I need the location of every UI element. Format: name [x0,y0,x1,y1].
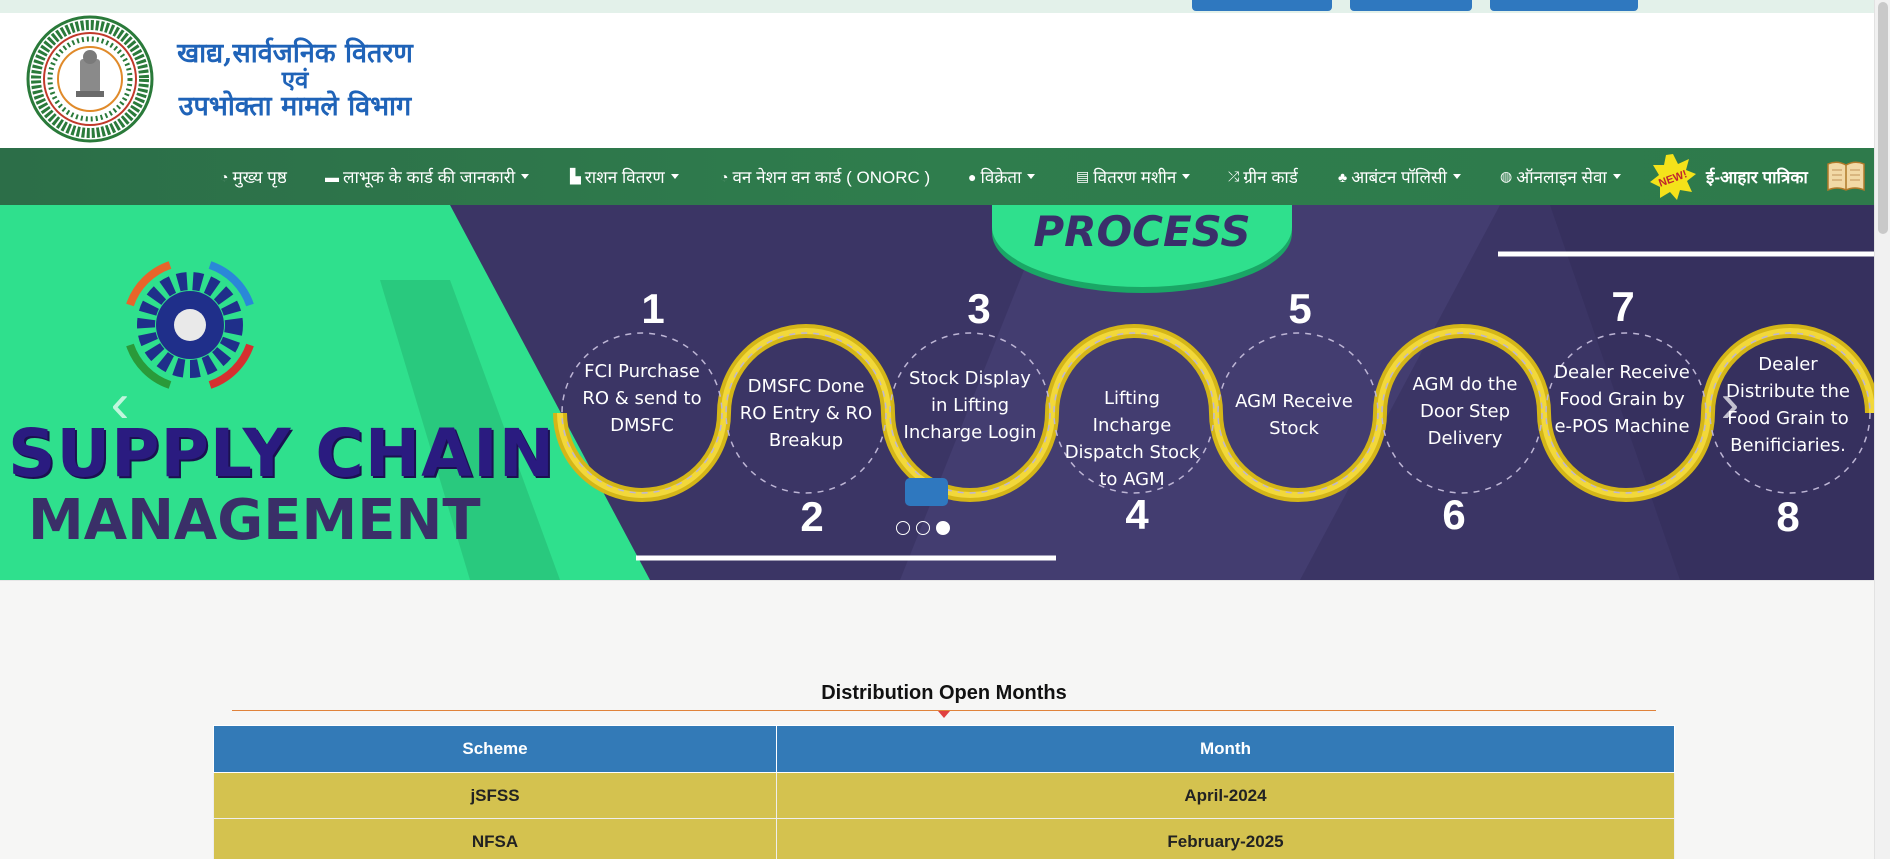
caret-down-icon [1612,174,1621,179]
top-button-1[interactable] [1192,0,1332,11]
nav-item-dealer[interactable]: ● विक्रेता [968,148,1036,205]
carousel-heading-line1: SUPPLY CHAIN [8,415,555,492]
step-text: AGM do the Door Step Delivery [1412,374,1518,449]
slide-tab[interactable] [905,478,948,506]
table-row: NFSA February-2025 [213,818,1675,859]
table-row: jSFSS April-2024 [213,772,1675,819]
nav-item-allotment-policy[interactable]: ♣ आबंटन पॉलिसी [1338,148,1461,205]
step-text: DMSFC Done RO Entry & RO Breakup [739,376,873,451]
step-number: 2 [800,493,824,540]
book-icon[interactable] [1826,160,1866,192]
nav-item-home[interactable]: ◔ मुख्य पृष्ठ [220,148,287,205]
printer-icon: ▤ [1076,168,1090,184]
top-strip [0,0,1874,13]
step-text: Stock Display in Lifting Incharge Login [903,368,1037,443]
nav-item-beneficiary-card[interactable]: ▬ लाभूक के कार्ड की जानकारी [325,148,530,205]
globe-icon: ◍ [1500,168,1513,184]
new-badge-icon: NEW! [1650,154,1696,200]
nav-item-online-service[interactable]: ◍ ऑनलाइन सेवा [1500,148,1621,205]
carousel-indicator-2[interactable] [916,521,930,535]
nav-item-green-card[interactable]: ⤮ ग्रीन कार्ड [1228,148,1298,205]
step-number: 7 [1611,283,1635,330]
section-title: Distribution Open Months [821,682,1067,704]
nav-item-label: ऑनलाइन सेवा [1516,168,1607,187]
nav-item-ration-distribution[interactable]: ▙ राशन वितरण [570,148,679,205]
step-text: FCI Purchase RO & send to DMSFC [582,361,702,436]
nav-item-label: राशन वितरण [584,168,665,187]
step-number: 4 [1125,491,1149,538]
carousel-prev-arrow-icon[interactable]: ‹ [100,373,140,433]
department-title-line2: एवं [281,65,309,94]
cell-scheme: jSFSS [213,772,777,819]
scrollbar-thumb[interactable] [1878,2,1888,234]
step-number: 3 [967,285,991,332]
step-number: 5 [1288,285,1312,332]
step-text: Lifting Incharge Dispatch Stock to AGM [1064,388,1200,490]
page: खाद्य,सार्वजनिक वितरण एवं उपभोक्ता मामले… [0,0,1890,859]
cell-month: April-2024 [776,772,1675,819]
carousel-indicator-3[interactable] [936,521,950,535]
process-label: PROCESS [1033,207,1251,256]
nav-item-label: विक्रेता [980,168,1022,187]
distribution-table: Scheme Month jSFSS April-2024 NFSA Febru… [213,725,1675,859]
nav-item-label: ग्रीन कार्ड [1243,168,1298,187]
caret-down-icon [938,711,950,718]
grain-icon: ♣ [1338,168,1348,185]
shuffle-icon: ⤮ [1228,168,1240,184]
column-header-scheme: Scheme [213,725,777,773]
hero-carousel: SUPPLY CHAIN MANAGEMENT PROCESS 1 FCI Pu… [0,205,1874,580]
card-icon: ▬ [325,168,339,185]
nav-item-label: लाभूक के कार्ड की जानकारी [343,168,516,187]
department-title: खाद्य,सार्वजनिक वितरण एवं उपभोक्ता मामले… [160,39,430,123]
caret-down-icon [521,174,530,179]
dashboard-icon: ◔ [220,168,229,185]
top-button-3[interactable] [1490,0,1638,11]
caret-down-icon [670,174,679,179]
government-of-jharkhand-emblem-icon[interactable] [26,15,154,143]
caret-down-icon [1182,174,1191,179]
caret-down-icon [1452,174,1461,179]
nav-item-epatrika[interactable]: ई-आहार पात्रिका [1706,148,1808,205]
top-button-2[interactable] [1350,0,1472,11]
table-header-row: Scheme Month [213,725,1675,773]
caret-down-icon [1027,174,1036,179]
step-text: AGM Receive Stock [1235,391,1353,439]
stamp-icon: ▙ [570,168,581,184]
carousel-heading-line2: MANAGEMENT [28,488,481,553]
carousel-indicators [896,521,950,535]
page-scrollbar[interactable] [1874,0,1890,859]
step-number: 8 [1776,493,1800,540]
cell-month: February-2025 [776,818,1675,859]
step-number: 6 [1442,491,1466,538]
cell-scheme: NFSA [213,818,777,859]
carousel-indicator-1[interactable] [896,521,910,535]
dashboard-icon: ◔ [720,168,729,185]
site-header: खाद्य,सार्वजनिक वितरण एवं उपभोक्ता मामले… [0,13,1874,148]
main-nav: ◔ मुख्य पृष्ठ ▬ लाभूक के कार्ड की जानकार… [0,148,1874,205]
nav-item-label: मुख्य पृष्ठ [232,168,287,187]
nav-item-onorc[interactable]: ◔ वन नेशन वन कार्ड ( ONORC ) [720,148,930,205]
step-text: Dealer Receive Food Grain by e-POS Machi… [1554,362,1690,437]
step-number: 1 [641,285,665,332]
nav-item-label: आबंटन पॉलिसी [1351,168,1447,187]
column-header-month: Month [776,725,1675,773]
nav-item-label: ई-आहार पात्रिका [1706,168,1808,187]
carousel-next-arrow-icon[interactable]: › [1710,373,1750,433]
user-icon: ● [968,168,977,185]
nav-item-distribution-machine[interactable]: ▤ वितरण मशीन [1076,148,1191,205]
department-title-line3: उपभोक्ता मामले विभाग [178,91,412,122]
nav-item-label: वितरण मशीन [1093,168,1177,187]
nav-item-label: वन नेशन वन कार्ड ( ONORC ) [732,168,931,187]
